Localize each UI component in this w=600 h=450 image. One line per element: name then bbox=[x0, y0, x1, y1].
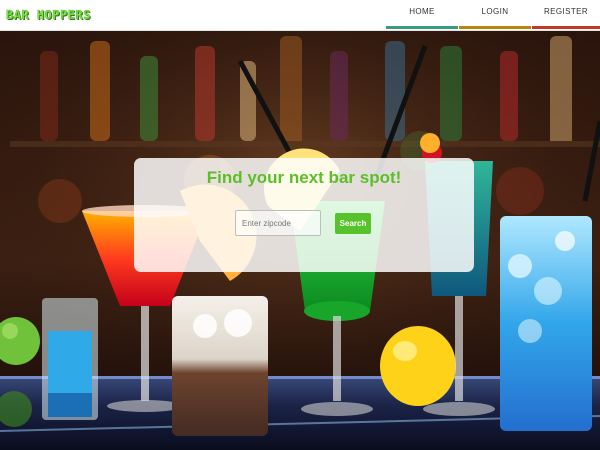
nav-home[interactable]: HOME bbox=[386, 0, 458, 29]
brand-logo[interactable]: BAR HOPPERS bbox=[6, 8, 91, 22]
nav-login[interactable]: LOGIN bbox=[459, 0, 531, 29]
search-button[interactable]: Search bbox=[335, 213, 371, 234]
nav-register[interactable]: REGISTER bbox=[532, 0, 600, 29]
zipcode-input[interactable] bbox=[235, 210, 321, 236]
search-title: Find your next bar spot! bbox=[206, 168, 402, 187]
search-card: Find your next bar spot! Search bbox=[134, 158, 474, 272]
top-nav: BAR HOPPERS HOME LOGIN REGISTER bbox=[0, 0, 600, 31]
